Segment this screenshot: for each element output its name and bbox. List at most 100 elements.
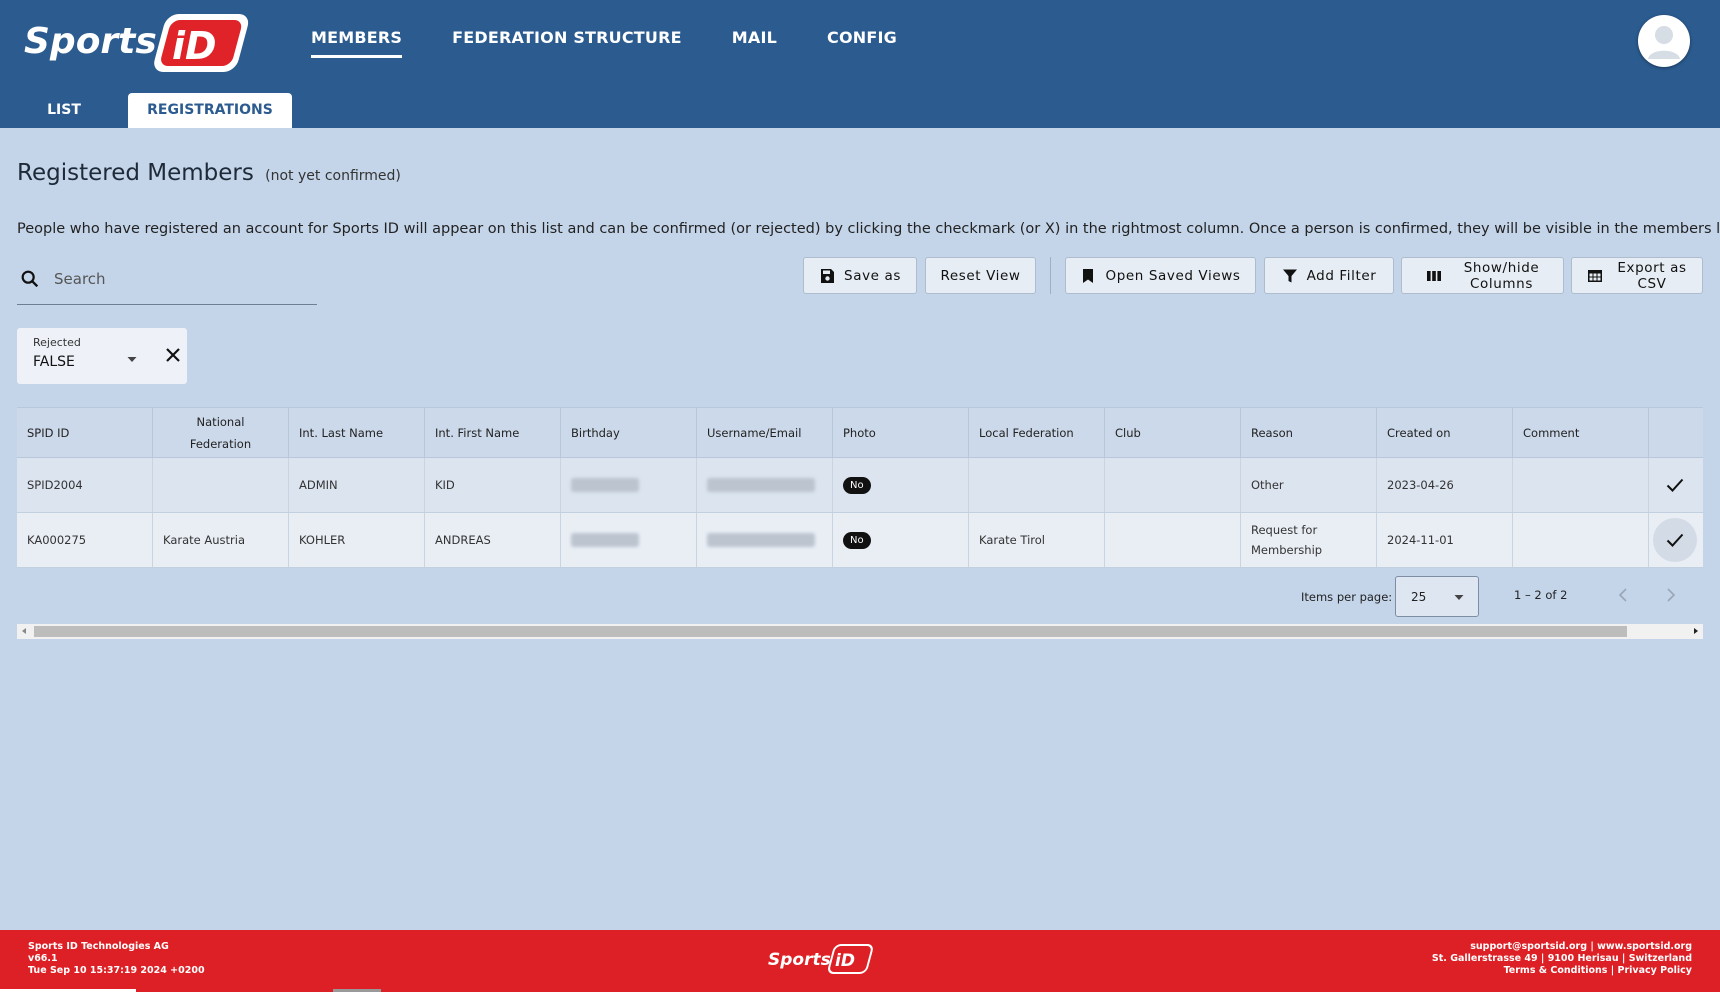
tab-list[interactable]: LIST — [0, 93, 128, 128]
cell-spid: KA000275 — [17, 513, 153, 567]
export-csv-button[interactable]: Export as CSV — [1571, 257, 1703, 294]
rejected-filter-label: Rejected — [33, 336, 81, 349]
save-icon — [821, 268, 835, 283]
page-title-note: (not yet confirmed) — [265, 168, 401, 184]
footer-contact[interactable]: support@sportsid.org | www.sportsid.org — [1432, 941, 1692, 953]
photo-badge: No — [843, 531, 871, 549]
scroll-left-arrow[interactable] — [22, 628, 26, 634]
footer-sportsid-logo: Sports iD — [768, 944, 873, 974]
cell-club — [1105, 513, 1241, 567]
cell-reason: Request for Membership — [1241, 513, 1377, 567]
redacted-email — [707, 533, 815, 547]
photo-badge: No — [843, 476, 871, 494]
rejected-filter[interactable]: Rejected FALSE — [17, 328, 187, 384]
sub-tabs: LIST REGISTRATIONS — [0, 93, 292, 128]
page-range: 1 – 2 of 2 — [1514, 588, 1568, 602]
cell-reason: Other — [1241, 458, 1377, 512]
col-spid-id[interactable]: SPID ID — [17, 408, 153, 457]
search-input[interactable] — [54, 265, 309, 293]
cell-reason-line1: Other — [1251, 478, 1284, 492]
cell-local-federation: Karate Tirol — [969, 513, 1105, 567]
cell-photo: No — [833, 458, 969, 512]
reset-view-button[interactable]: Reset View — [925, 257, 1036, 294]
col-club[interactable]: Club — [1105, 408, 1241, 457]
cell-last-name: KOHLER — [289, 513, 425, 567]
items-per-page-label: Items per page: — [1301, 590, 1393, 604]
cell-national: Karate Austria — [153, 513, 289, 567]
check-icon — [1666, 533, 1684, 547]
tab-registrations[interactable]: REGISTRATIONS — [128, 93, 292, 128]
open-saved-views-button[interactable]: Open Saved Views — [1065, 257, 1256, 294]
cell-first-name: ANDREAS — [425, 513, 561, 567]
table-row[interactable]: KA000275 Karate Austria KOHLER ANDREAS N… — [17, 513, 1703, 568]
export-csv-label: Export as CSV — [1617, 260, 1686, 292]
add-filter-button[interactable]: Add Filter — [1264, 257, 1394, 294]
scroll-right-arrow[interactable] — [1694, 628, 1698, 634]
confirm-button[interactable] — [1653, 518, 1697, 562]
add-filter-label: Add Filter — [1306, 267, 1377, 284]
svg-text:Sports: Sports — [24, 21, 157, 62]
page-title-text: Registered Members — [17, 160, 254, 186]
user-avatar[interactable] — [1638, 15, 1690, 67]
col-birthday[interactable]: Birthday — [561, 408, 697, 457]
sportsid-logo[interactable]: Sports iD — [22, 10, 258, 76]
items-per-page-value: 25 — [1411, 590, 1427, 604]
open-saved-views-label: Open Saved Views — [1105, 267, 1241, 284]
col-comment[interactable]: Comment — [1513, 408, 1649, 457]
col-created-on[interactable]: Created on — [1377, 408, 1513, 457]
nav-members[interactable]: MEMBERS — [311, 28, 403, 58]
save-as-button[interactable]: Save as — [803, 257, 917, 294]
nav-mail[interactable]: MAIL — [732, 28, 777, 58]
cell-reason-line2: Membership — [1251, 543, 1323, 557]
cell-last-name: ADMIN — [289, 458, 425, 512]
cell-first-name: KID — [425, 458, 561, 512]
export-csv-label-line2: CSV — [1637, 275, 1667, 292]
footer-legal-links[interactable]: Terms & Conditions | Privacy Policy — [1432, 965, 1692, 977]
col-actions — [1649, 408, 1703, 457]
cell-photo: No — [833, 513, 969, 567]
horizontal-scrollbar[interactable] — [17, 624, 1703, 639]
footer-timestamp: Tue Sep 10 15:37:19 2024 +0200 — [28, 965, 205, 976]
table-icon — [1588, 269, 1603, 282]
cell-national — [153, 458, 289, 512]
col-local-federation[interactable]: Local Federation — [969, 408, 1105, 457]
col-first-name[interactable]: Int. First Name — [425, 408, 561, 457]
table-row[interactable]: SPID2004 ADMIN KID No Other 2023-04-26 — [17, 458, 1703, 513]
show-hide-columns-label: Show/hide Columns — [1464, 260, 1540, 292]
cell-created-on: 2024-11-01 — [1377, 513, 1513, 567]
page-description: People who have registered an account fo… — [17, 221, 1720, 237]
reset-view-label: Reset View — [940, 267, 1021, 284]
redacted-birthday — [571, 478, 639, 492]
check-icon — [1666, 478, 1684, 492]
registrations-table: SPID ID National Federation Int. Last Na… — [17, 407, 1703, 568]
col-email[interactable]: Username/Email — [697, 408, 833, 457]
col-photo[interactable]: Photo — [833, 408, 969, 457]
col-national-federation-line2: Federation — [189, 436, 252, 451]
cell-email — [697, 458, 833, 512]
columns-icon — [1426, 270, 1441, 281]
svg-text:iD: iD — [172, 24, 217, 68]
chevron-left-icon[interactable] — [1614, 584, 1632, 606]
cell-email — [697, 513, 833, 567]
cell-actions — [1649, 458, 1703, 512]
scrollbar-thumb[interactable] — [34, 626, 1627, 637]
footer-company: Sports ID Technologies AG — [28, 941, 169, 952]
chevron-down-icon[interactable] — [125, 352, 139, 366]
svg-text:iD: iD — [835, 951, 855, 971]
chevron-right-icon[interactable] — [1662, 584, 1680, 606]
items-per-page-select[interactable]: 25 — [1395, 576, 1479, 617]
close-icon[interactable] — [162, 344, 184, 366]
show-hide-columns-label-line1: Show/hide — [1463, 259, 1540, 276]
cell-actions — [1649, 513, 1703, 567]
cell-local-federation — [969, 458, 1105, 512]
nav-config[interactable]: CONFIG — [827, 28, 897, 58]
col-last-name[interactable]: Int. Last Name — [289, 408, 425, 457]
col-national-federation-line1: National — [196, 414, 245, 429]
show-hide-columns-button[interactable]: Show/hide Columns — [1401, 257, 1564, 294]
col-reason[interactable]: Reason — [1241, 408, 1377, 457]
cell-birthday — [561, 513, 697, 567]
confirm-button[interactable] — [1653, 463, 1697, 507]
nav-federation-structure[interactable]: FEDERATION STRUCTURE — [452, 28, 682, 58]
col-national-federation[interactable]: National Federation — [153, 408, 289, 457]
redacted-birthday — [571, 533, 639, 547]
